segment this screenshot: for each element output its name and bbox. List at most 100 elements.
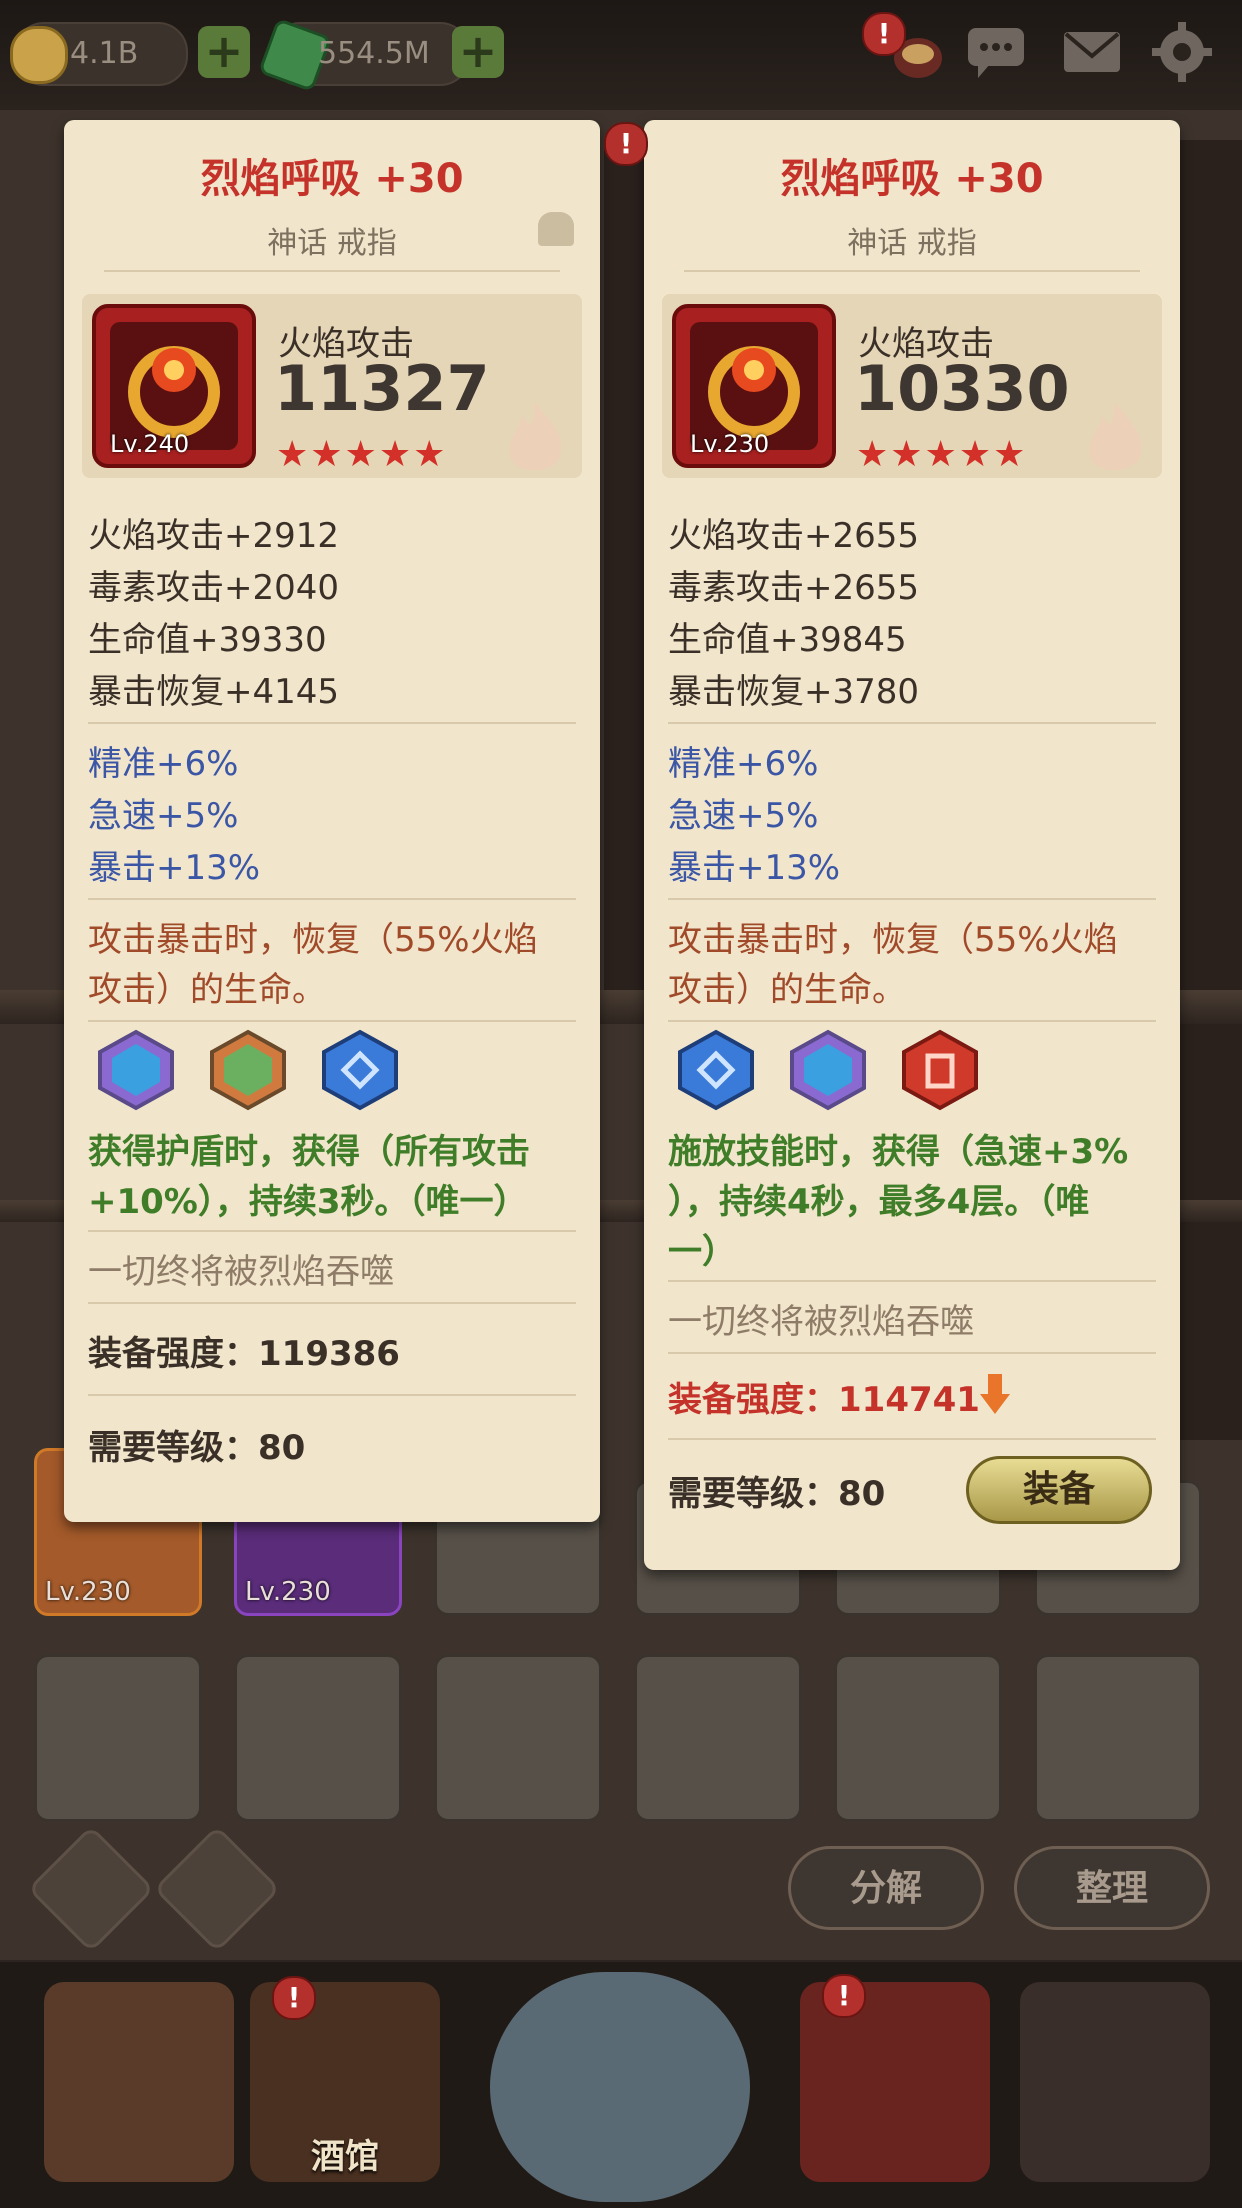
divider bbox=[668, 1352, 1156, 1354]
bonus-line: 急速+5% bbox=[668, 796, 819, 836]
item-header-panel: Lv.240 火焰攻击 11327 ★★★★★ bbox=[82, 294, 582, 478]
inventory-slot-empty[interactable] bbox=[234, 1654, 402, 1822]
nav-adventure-icon[interactable] bbox=[490, 1972, 750, 2202]
star-rating: ★★★★★ bbox=[856, 434, 1028, 475]
item-level: Lv.240 bbox=[110, 430, 190, 458]
main-stat-value: 11327 bbox=[274, 352, 490, 425]
stat-line: 毒素攻击+2655 bbox=[668, 568, 920, 608]
inventory-slot-empty[interactable] bbox=[634, 1654, 802, 1822]
add-gold-button[interactable]: + bbox=[198, 26, 250, 78]
alert-badge: ! bbox=[862, 12, 906, 56]
inventory-slot-empty[interactable] bbox=[1034, 1654, 1202, 1822]
bonus-line: 精准+6% bbox=[668, 744, 819, 784]
nav-home-icon[interactable] bbox=[44, 1982, 234, 2182]
item-icon: Lv.230 bbox=[672, 304, 836, 468]
gold-amount: 4.1B bbox=[70, 36, 139, 71]
divider bbox=[88, 1394, 576, 1396]
slot-level: Lv.230 bbox=[45, 1577, 131, 1607]
item-title: 烈焰呼吸 +30 bbox=[780, 156, 1044, 202]
nav-forge-icon[interactable] bbox=[1020, 1982, 1210, 2182]
equipment-power: 装备强度：114741 bbox=[668, 1380, 980, 1420]
chat-icon[interactable] bbox=[964, 20, 1028, 84]
stat-line: 暴击恢复+4145 bbox=[88, 672, 340, 712]
blue-rune-gem-icon bbox=[678, 1029, 754, 1111]
nav-alert-badge: ! bbox=[822, 1974, 866, 2018]
settings-icon[interactable] bbox=[1150, 20, 1214, 84]
rainbow-rune-gem-icon bbox=[98, 1029, 174, 1111]
stat-line: 生命值+39845 bbox=[668, 620, 907, 660]
decompose-button[interactable]: 分解 bbox=[788, 1846, 984, 1930]
main-stat-value: 10330 bbox=[854, 352, 1070, 425]
red-rune-gem-icon bbox=[902, 1029, 978, 1111]
set-effect-line: 获得护盾时，获得（所有攻击 bbox=[88, 1132, 530, 1172]
gold-coin-icon bbox=[10, 26, 68, 84]
divider bbox=[88, 898, 576, 900]
item-title: 烈焰呼吸 +30 bbox=[200, 156, 464, 202]
divider bbox=[668, 1438, 1156, 1440]
item-icon: Lv.240 bbox=[92, 304, 256, 468]
add-gems-button[interactable]: + bbox=[452, 26, 504, 78]
divider bbox=[104, 270, 560, 272]
rainbow-rune-gem-icon bbox=[210, 1029, 286, 1111]
stat-line: 暴击恢复+3780 bbox=[668, 672, 920, 712]
divider bbox=[88, 722, 576, 724]
required-level: 需要等级：80 bbox=[88, 1428, 306, 1468]
sort-button[interactable]: 整理 bbox=[1014, 1846, 1210, 1930]
set-effect-line: 施放技能时，获得（急速+3% bbox=[668, 1132, 1129, 1172]
item-header-panel: Lv.230 火焰攻击 10330 ★★★★★ bbox=[662, 294, 1162, 478]
effect-line: 攻击）的生命。 bbox=[668, 970, 906, 1010]
effect-line: 攻击）的生命。 bbox=[88, 970, 326, 1010]
inventory-shadow-column-right bbox=[1180, 140, 1242, 1440]
gem-counter: 554.5M bbox=[257, 17, 470, 93]
star-rating: ★★★★★ bbox=[276, 434, 448, 475]
stat-line: 火焰攻击+2655 bbox=[668, 516, 920, 556]
set-effect-line: 一） bbox=[668, 1232, 736, 1272]
gold-counter: 4.1B bbox=[10, 22, 188, 86]
rainbow-rune-gem-icon bbox=[790, 1029, 866, 1111]
divider bbox=[88, 1230, 576, 1232]
compare-item-tooltip: 烈焰呼吸 +30 神话 戒指 Lv.230 火焰攻击 10330 ★★★★★ 火… bbox=[644, 120, 1180, 1570]
nav-alert-badge: ! bbox=[272, 1976, 316, 2020]
arrow-down-icon bbox=[980, 1374, 1010, 1414]
fire-element-icon bbox=[1080, 398, 1150, 495]
bonus-line: 急速+5% bbox=[88, 796, 239, 836]
divider bbox=[684, 270, 1140, 272]
divider bbox=[668, 1020, 1156, 1022]
item-rarity-type: 神话 戒指 bbox=[267, 226, 397, 261]
inventory-slot-empty[interactable] bbox=[834, 1654, 1002, 1822]
flavor-text: 一切终将被烈焰吞噬 bbox=[88, 1252, 394, 1292]
equipment-power: 装备强度：119386 bbox=[88, 1334, 400, 1374]
gem-amount: 554.5M bbox=[318, 36, 430, 71]
divider bbox=[668, 1280, 1156, 1282]
fire-element-icon bbox=[500, 398, 570, 495]
flavor-text: 一切终将被烈焰吞噬 bbox=[668, 1302, 974, 1342]
inventory-slot-empty[interactable] bbox=[34, 1654, 202, 1822]
divider bbox=[88, 1020, 576, 1022]
nav-tavern-label: 酒馆 bbox=[311, 2137, 379, 2177]
bottom-nav: 酒馆 ! ! bbox=[0, 1962, 1242, 2208]
item-level: Lv.230 bbox=[690, 430, 770, 458]
stat-line: 毒素攻击+2040 bbox=[88, 568, 340, 608]
bonus-line: 暴击+13% bbox=[88, 848, 261, 888]
set-effect-line: +10%），持续3秒。（唯一） bbox=[88, 1182, 528, 1222]
item-rarity-type: 神话 戒指 bbox=[847, 226, 977, 261]
set-effect-line: ），持续4秒，最多4层。（唯 bbox=[668, 1182, 1090, 1222]
effect-line: 攻击暴击时，恢复（55%火焰 bbox=[88, 920, 538, 960]
bonus-line: 精准+6% bbox=[88, 744, 239, 784]
mail-icon[interactable] bbox=[1060, 20, 1124, 84]
effect-line: 攻击暴击时，恢复（55%火焰 bbox=[668, 920, 1118, 960]
equip-button[interactable]: 装备 bbox=[966, 1456, 1152, 1524]
inventory-slot-empty[interactable] bbox=[434, 1654, 602, 1822]
divider bbox=[88, 1302, 576, 1304]
chef-hat-icon bbox=[538, 212, 574, 246]
inventory-shadow-column bbox=[604, 140, 648, 1000]
stat-line: 生命值+39330 bbox=[88, 620, 327, 660]
divider bbox=[668, 898, 1156, 900]
bonus-line: 暴击+13% bbox=[668, 848, 841, 888]
top-bar: 4.1B + 554.5M + ! bbox=[0, 0, 1242, 110]
new-item-alert-badge: ! bbox=[604, 122, 648, 166]
blue-rune-gem-icon bbox=[322, 1029, 398, 1111]
required-level: 需要等级：80 bbox=[668, 1474, 886, 1514]
divider bbox=[668, 722, 1156, 724]
slot-level: Lv.230 bbox=[245, 1577, 331, 1607]
